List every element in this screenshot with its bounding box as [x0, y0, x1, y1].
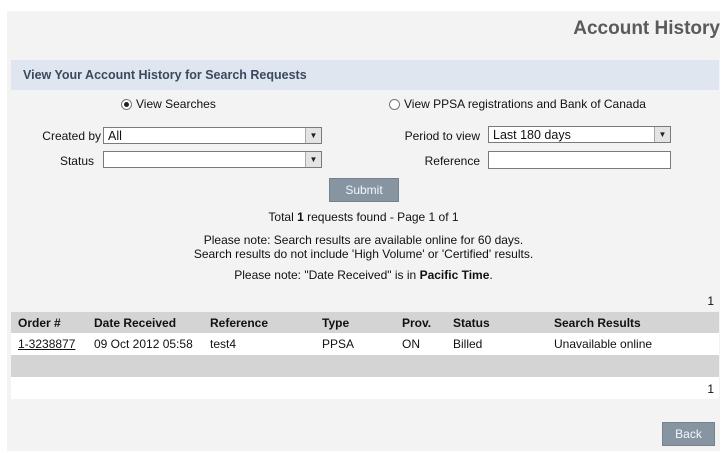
column-header: Search Results [554, 316, 641, 330]
date-received-cell: 09 Oct 2012 05:58 [94, 337, 193, 351]
note-availability: Please note: Search results are availabl… [203, 233, 524, 247]
chevron-down-icon: ▼ [305, 152, 321, 167]
page-indicator-top: 1 [707, 294, 714, 308]
period-label: Period to view [404, 129, 480, 143]
type-cell: PPSA [322, 337, 355, 351]
created-by-select[interactable]: All ▼ [103, 127, 322, 144]
column-header: Date Received [94, 316, 177, 330]
province-cell: ON [402, 337, 420, 351]
column-header: Status [453, 316, 490, 330]
view-searches-label: View Searches [136, 97, 216, 111]
spacer-row [11, 377, 719, 399]
section-header: View Your Account History for Search Req… [11, 60, 719, 90]
period-value: Last 180 days [493, 128, 571, 142]
note-timezone: Please note: "Date Received" is in Pacif… [234, 268, 493, 282]
submit-button[interactable]: Submit [329, 178, 399, 202]
status-cell: Billed [453, 337, 483, 351]
note-exclusions: Search results do not include 'High Volu… [193, 247, 534, 261]
results-summary: Total 1 requests found - Page 1 of 1 [268, 210, 459, 224]
page-indicator-bottom: 1 [707, 382, 714, 396]
account-history-panel: Account History View Your Account Histor… [7, 11, 720, 451]
view-ppsa-label: View PPSA registrations and Bank of Cana… [404, 97, 646, 111]
status-select[interactable]: ▼ [103, 151, 322, 168]
created-by-value: All [108, 129, 122, 143]
table-footer-row [11, 355, 719, 377]
view-ppsa-radio[interactable]: View PPSA registrations and Bank of Cana… [389, 97, 646, 111]
view-searches-radio[interactable]: View Searches [121, 97, 216, 111]
created-by-label: Created by [42, 129, 101, 143]
table-row: 1-3238877 09 Oct 2012 05:58 test4 PPSA O… [11, 333, 719, 355]
results-count: 1 [297, 210, 304, 224]
chevron-down-icon: ▼ [305, 128, 321, 143]
column-header: Order # [18, 316, 61, 330]
column-header: Prov. [402, 316, 432, 330]
period-select[interactable]: Last 180 days ▼ [488, 126, 671, 143]
radio-unchecked-icon [389, 98, 400, 110]
reference-cell: test4 [210, 337, 237, 351]
radio-checked-icon [121, 98, 132, 110]
table-header: Order # Date Received Reference Type Pro… [11, 312, 719, 333]
section-title: View Your Account History for Search Req… [23, 68, 307, 82]
page-title: Account History [573, 18, 720, 39]
reference-label: Reference [424, 154, 480, 168]
search-results-cell: Unavailable online [554, 337, 653, 351]
column-header: Reference [210, 316, 269, 330]
back-button[interactable]: Back [662, 422, 715, 446]
reference-input[interactable] [488, 151, 671, 169]
column-header: Type [322, 316, 350, 330]
status-label: Status [59, 154, 94, 168]
chevron-down-icon: ▼ [654, 127, 670, 142]
order-link[interactable]: 1-3238877 [18, 337, 75, 351]
